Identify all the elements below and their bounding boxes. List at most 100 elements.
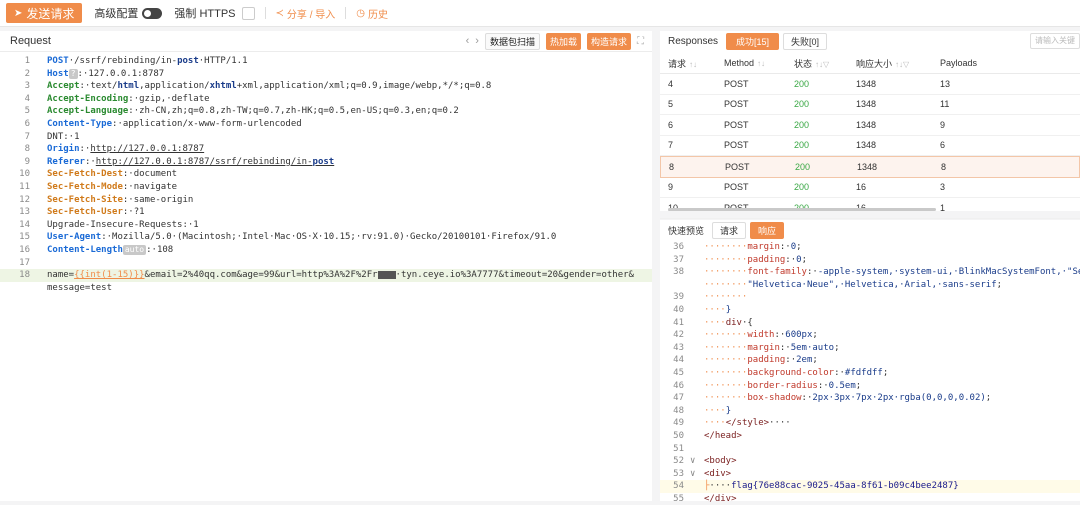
code-line: 43 ········margin:·5em·auto; [660,342,1080,355]
code-line: 18 name={{int(1-15)}}&email=2%40qq.com&ag… [0,269,652,282]
response-viewer[interactable]: 36 ········margin:·0; 37 ········padding:·0… [660,241,1080,505]
cell-payload: 11 [940,99,950,110]
cell-status: 200 [794,119,810,130]
advanced-config-label: 高级配置 [94,8,139,20]
line-number: 36 [673,242,684,252]
code-line: 16 Content-Length auto:·108 [0,244,652,257]
line-content: Origin:·http://127.0.0.1:8787 [47,144,205,155]
line-content: ········margin:·0; [704,242,802,252]
code-line: 40 ····} [660,304,1080,317]
line-content: Sec-Fetch-Mode:·navigate [47,181,178,192]
code-line: 50 </head> [660,430,1080,443]
advanced-config-toggle[interactable] [142,7,163,19]
table-row[interactable]: 5 POST 200 1348 11 [660,95,1080,115]
line-number: 8 [24,144,30,155]
cell-request-id: 5 [668,99,674,110]
history-link[interactable]: ◷ 历史 [356,6,388,21]
column-header-request[interactable]: 请求 ↑↓ [660,57,716,70]
line-number: 43 [673,342,684,353]
column-header-payloads[interactable]: Payloads [932,58,1080,68]
line-number: 10 [19,169,30,180]
code-line: 10 Sec-Fetch-Dest:·document [0,168,652,181]
line-content: ····} [704,405,732,416]
packet-scan-button[interactable]: 数据包扫描 [484,32,540,50]
line-number: 54 [673,481,684,492]
table-row[interactable]: 8 POST 200 1348 8 [660,156,1080,178]
cell-payload: 13 [940,78,951,89]
code-line: ········"Helvetica·Neue",·Helvetica,·Ari… [660,279,1080,292]
line-content: ····div·{ [704,317,753,328]
cell-method: POST [724,140,749,151]
code-line: 37 ········padding:·0; [660,254,1080,267]
sort-filter-icon[interactable]: ↑↓▽ [815,60,829,69]
tab-request[interactable]: 请求 [712,221,747,239]
line-content: ········margin:·5em·auto; [704,342,840,353]
table-row[interactable]: 4 POST 200 1348 13 [660,74,1080,95]
line-number: 48 [673,405,684,416]
sort-icon[interactable]: ↑↓ [757,59,765,68]
line-number: 38 [673,267,684,278]
code-line: message=test [0,282,652,295]
line-number: 41 [673,317,684,328]
cell-payload: 8 [941,161,947,172]
sort-filter-icon[interactable]: ↑↓▽ [895,60,909,69]
force-https-checkbox[interactable] [241,6,255,20]
share-icon: ≺ [275,7,284,19]
history-label: 历史 [368,9,388,21]
cell-request-id: 7 [668,140,674,151]
cell-method: POST [725,161,750,172]
chevron-right-icon[interactable]: › [475,35,479,47]
line-content: ├····flag{76e88cac-9025-45aa-8f61-b09c4b… [704,481,959,492]
sort-icon[interactable]: ↑↓ [689,60,697,69]
code-line: 1 POST·/ssrf/rebinding/in-post·HTTP/1.1 [0,55,652,68]
line-content: ····} [704,304,732,315]
responses-header: Responses 成功[15] 失败[0] 请输入关键 [660,31,1080,51]
code-line: 12 Sec-Fetch-Site:·same-origin [0,194,652,207]
code-line: 17 [0,257,652,270]
code-line: 51 [660,443,1080,456]
horizontal-scrollbar[interactable] [668,208,936,211]
table-row[interactable]: 9 POST 200 16 3 [660,178,1080,198]
code-line: 14 Upgrade-Insecure-Requests:·1 [0,219,652,232]
tab-response[interactable]: 响应 [750,221,785,239]
column-header-method[interactable]: Method ↑↓ [716,58,786,68]
line-number: 50 [673,430,684,441]
share-import-link[interactable]: ≺ 分享 / 导入 [276,6,336,21]
column-header-status[interactable]: 状态 ↑↓▽ [786,57,848,70]
column-header-size[interactable]: 响应大小 ↑↓▽ [848,57,932,70]
cell-payload: 1 [940,202,946,213]
line-content: name={{int(1-15)}}&email=2%40qq.com&age=… [47,270,634,281]
table-row[interactable]: 7 POST 200 1348 6 [660,136,1080,156]
hot-reload-button[interactable]: 热加载 [545,32,581,50]
responses-title: Responses [668,35,719,47]
line-number: 3 [24,81,30,92]
code-line: 55 </div> [660,493,1080,505]
line-content: ········padding:·2em; [704,355,818,366]
fold-chevron-icon[interactable]: ∨ [690,468,695,481]
tab-success[interactable]: 成功[15] [726,32,780,50]
history-icon: ◷ [356,7,365,19]
chevron-left-icon[interactable]: ‹ [466,35,470,47]
cell-size: 1348 [857,161,878,172]
build-request-button[interactable]: 构造请求 [586,32,631,50]
request-editor[interactable]: 1 POST·/ssrf/rebinding/in-post·HTTP/1.1 2 H… [0,55,652,294]
line-content: <body> [704,456,737,467]
code-line: 9 Referer:·http://127.0.0.1:8787/ssrf/reb… [0,156,652,169]
responses-search-input[interactable]: 请输入关键 [1030,33,1080,49]
code-line: 8 Origin:·http://127.0.0.1:8787 [0,143,652,156]
cell-method: POST [724,119,749,130]
line-content: ········border-radius:·0.5em; [704,380,862,391]
send-request-button[interactable]: ➤ 发送请求 [6,3,83,23]
fold-chevron-icon[interactable]: ∨ [690,455,695,468]
table-row[interactable]: 6 POST 200 1348 9 [660,115,1080,136]
code-line: 5 Accept-Language:·zh-CN,zh;q=0.8,zh-TW;q… [0,105,652,118]
code-line: 2 Host?:·127.0.0.1:8787 [0,68,652,81]
code-line: 4 Accept-Encoding:·gzip,·deflate [0,93,652,106]
quick-preview-panel: 快速预览 请求 响应 36 ········margin:·0; 37 ·······… [660,220,1080,504]
tab-failed[interactable]: 失败[0] [783,32,828,50]
force-https-label: 强制 HTTPS [174,8,236,20]
send-icon: ➤ [14,7,23,19]
cell-method: POST [724,78,749,89]
share-import-label: 分享 / 导入 [286,9,336,21]
expand-icon[interactable]: ⛶ [637,36,644,47]
